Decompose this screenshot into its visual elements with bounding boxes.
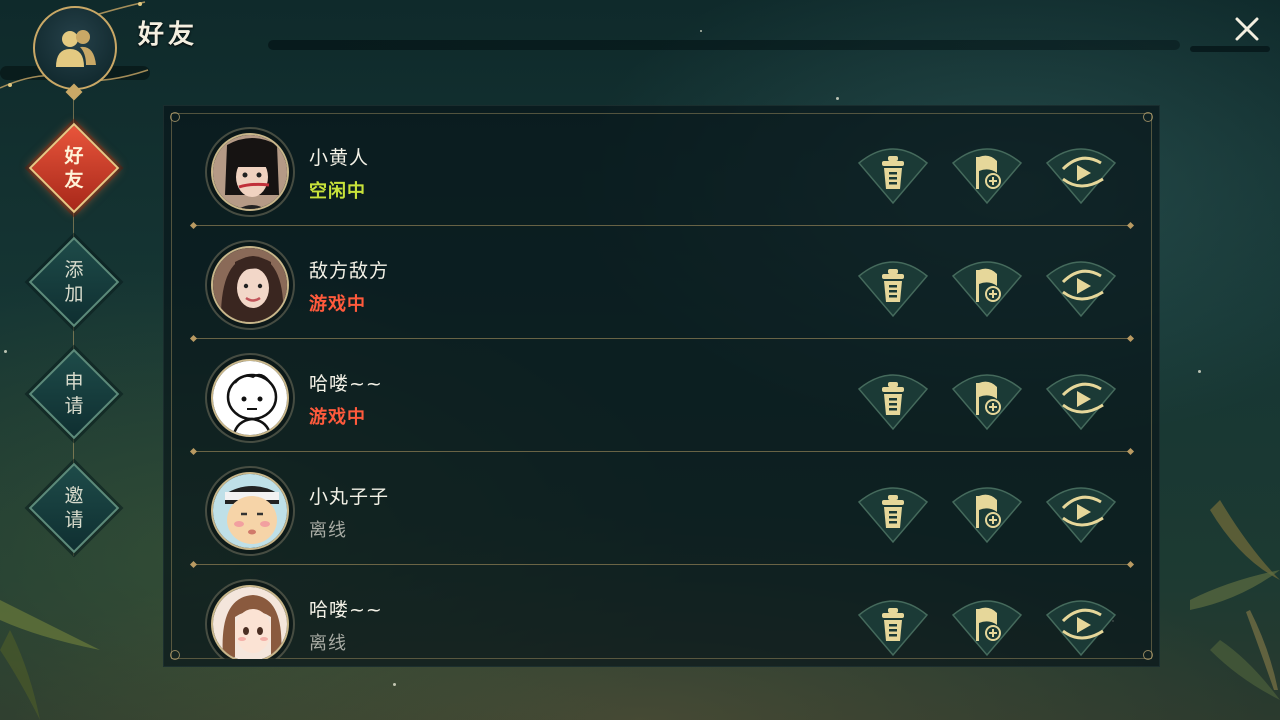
delete-icon — [857, 148, 929, 205]
delete-friend-button[interactable] — [857, 595, 929, 657]
friend-status: 离线 — [309, 633, 347, 654]
avatar-frame — [205, 240, 295, 330]
friend-row[interactable]: 哈喽~~ 离线 — [193, 565, 1131, 659]
header-bar — [268, 40, 1180, 50]
tab-label: 申 请 — [30, 350, 118, 438]
flag-add-button[interactable] — [951, 143, 1023, 205]
delete-friend-button[interactable] — [857, 369, 929, 431]
cartoon-girl-avatar-icon[interactable] — [211, 585, 289, 659]
cartoon-man-avatar-icon[interactable] — [211, 472, 289, 550]
friend-name: 哈喽~~ — [309, 373, 383, 395]
delete-icon — [857, 487, 929, 544]
invite-play-icon — [1045, 148, 1117, 205]
woman-photo-avatar-icon[interactable] — [211, 246, 289, 324]
delete-icon — [857, 261, 929, 318]
tab-label-char: 邀 — [64, 485, 84, 507]
friend-status: 空闲中 — [309, 181, 366, 202]
tab-label-char: 请 — [64, 509, 84, 531]
tab-label-char: 好 — [64, 145, 84, 167]
delete-friend-button[interactable] — [857, 143, 929, 205]
tab-label-char: 添 — [64, 259, 84, 281]
invite-play-button[interactable] — [1045, 143, 1117, 205]
invite-play-button[interactable] — [1045, 482, 1117, 544]
tab-label-char: 请 — [64, 395, 84, 417]
header-bar-right — [1190, 46, 1270, 52]
bamboo-leaves-right-icon — [1190, 500, 1280, 700]
tab-label-char: 申 — [64, 371, 84, 393]
flag-add-icon — [951, 374, 1023, 431]
avatar-frame — [205, 353, 295, 443]
friend-status: 游戏中 — [309, 407, 366, 428]
flag-add-icon — [951, 487, 1023, 544]
flag-add-icon — [951, 261, 1023, 318]
delete-icon — [857, 600, 929, 657]
friends-list[interactable]: 小黄人 空闲中 敌方敌方 游戏中 哈喽~~ 游戏中 小丸子子 离线 哈喽~~ 离… — [163, 113, 1160, 659]
invite-play-icon — [1045, 600, 1117, 657]
flag-add-button[interactable] — [951, 482, 1023, 544]
friend-row[interactable]: 敌方敌方 游戏中 — [193, 226, 1131, 339]
avatar-frame — [205, 127, 295, 217]
friend-row[interactable]: 哈喽~~ 游戏中 — [193, 339, 1131, 452]
invite-play-icon — [1045, 374, 1117, 431]
tab-label-char: 友 — [64, 169, 84, 191]
flag-add-button[interactable] — [951, 369, 1023, 431]
tab-label: 添 加 — [30, 238, 118, 326]
flag-add-icon — [951, 600, 1023, 657]
woman-avatar-icon[interactable] — [211, 133, 289, 211]
tab-label-char: 加 — [64, 283, 84, 305]
friend-row[interactable]: 小丸子子 离线 — [193, 452, 1131, 565]
flag-add-button[interactable] — [951, 256, 1023, 318]
tab-friends[interactable]: 好 友 — [28, 122, 120, 214]
friends-icon — [56, 30, 96, 67]
friend-status: 离线 — [309, 520, 347, 541]
delete-friend-button[interactable] — [857, 482, 929, 544]
friend-status: 游戏中 — [309, 294, 366, 315]
invite-play-button[interactable] — [1045, 595, 1117, 657]
avatar-frame — [205, 466, 295, 556]
tab-label: 邀 请 — [30, 464, 118, 552]
close-icon — [1235, 17, 1259, 41]
flag-add-button[interactable] — [951, 595, 1023, 657]
tab-requests[interactable]: 申 请 — [28, 348, 120, 440]
cartoon-face-avatar-icon[interactable] — [211, 359, 289, 437]
tab-label: 好 友 — [30, 124, 118, 212]
delete-friend-button[interactable] — [857, 256, 929, 318]
friend-name: 敌方敌方 — [309, 260, 390, 282]
invite-play-icon — [1045, 261, 1117, 318]
tab-add[interactable]: 添 加 — [28, 236, 120, 328]
friend-row[interactable]: 小黄人 空闲中 — [193, 113, 1131, 226]
friend-name: 小丸子子 — [309, 486, 390, 508]
page-title: 好友 — [138, 20, 199, 50]
friend-name: 哈喽~~ — [309, 599, 383, 621]
invite-play-icon — [1045, 487, 1117, 544]
invite-play-button[interactable] — [1045, 256, 1117, 318]
tab-invite[interactable]: 邀 请 — [28, 462, 120, 554]
close-button[interactable] — [1230, 12, 1264, 46]
bamboo-leaves-left-icon — [0, 600, 100, 720]
friends-emblem — [33, 6, 117, 90]
friend-name: 小黄人 — [309, 147, 370, 169]
invite-play-button[interactable] — [1045, 369, 1117, 431]
flag-add-icon — [951, 148, 1023, 205]
avatar-frame — [205, 579, 295, 659]
delete-icon — [857, 374, 929, 431]
